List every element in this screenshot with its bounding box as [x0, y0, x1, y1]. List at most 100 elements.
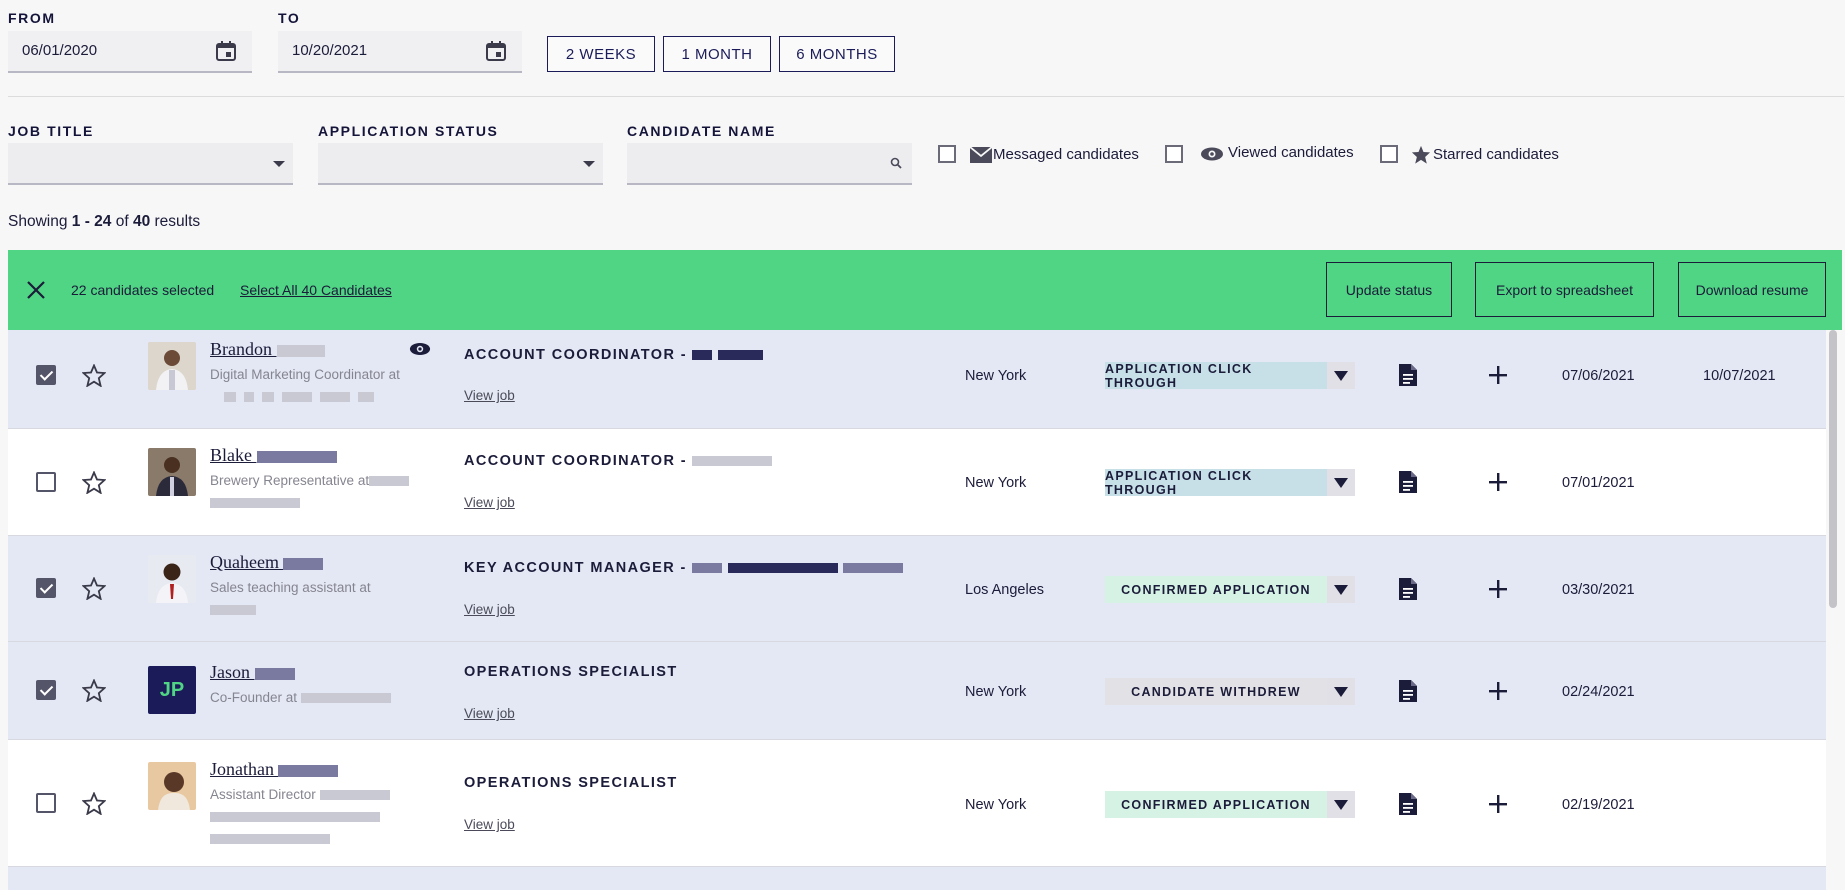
table-row[interactable]: Blake Brewery Representative at ACCOUNT …: [8, 429, 1826, 536]
avatar: [148, 762, 196, 810]
plus-icon[interactable]: [1489, 366, 1507, 384]
update-status-button[interactable]: Update status: [1326, 262, 1452, 317]
table-row[interactable]: Jonathan Assistant Director OPERATIONS S…: [8, 740, 1826, 867]
download-resume-button[interactable]: Download resume: [1678, 262, 1826, 317]
candidate-name-input[interactable]: [627, 143, 912, 185]
status-dropdown[interactable]: APPLICATION CLICK THROUGH: [1105, 362, 1355, 390]
status-label: CANDIDATE WITHDREW: [1105, 678, 1327, 705]
document-icon[interactable]: [1399, 364, 1417, 386]
plus-icon[interactable]: [1489, 473, 1507, 491]
job-title: ACCOUNT COORDINATOR -: [464, 347, 763, 363]
table-row[interactable]: Brandon Digital Marketing Coordinator at…: [8, 330, 1826, 429]
status-dropdown[interactable]: APPLICATION CLICK THROUGH: [1105, 469, 1355, 497]
row-checkbox[interactable]: [36, 578, 56, 598]
chevron-down-icon: [1327, 576, 1355, 603]
chevron-down-icon: [1327, 362, 1355, 389]
star-filled-icon: [1411, 145, 1431, 164]
results-total: 40: [132, 213, 151, 230]
starred-checkbox[interactable]: [1380, 145, 1398, 163]
chevron-down-icon: [1327, 678, 1355, 705]
status-label: CONFIRMED APPLICATION: [1105, 576, 1327, 603]
applied-date: 03/30/2021: [1562, 582, 1635, 598]
candidate-headline: Sales teaching assistant at: [210, 577, 440, 621]
star-outline-icon[interactable]: [82, 577, 106, 600]
star-outline-icon[interactable]: [82, 792, 106, 815]
status-dropdown[interactable]: CONFIRMED APPLICATION: [1105, 576, 1355, 603]
to-date-value: 10/20/2021: [292, 42, 368, 59]
avatar: [148, 342, 196, 390]
plus-icon[interactable]: [1489, 580, 1507, 598]
status-dropdown[interactable]: CANDIDATE WITHDREW: [1105, 678, 1355, 705]
range-2-weeks-button[interactable]: 2 WEEKS: [547, 36, 655, 72]
status-label: APPLICATION CLICK THROUGH: [1105, 362, 1327, 390]
status-dropdown[interactable]: CONFIRMED APPLICATION: [1105, 791, 1355, 818]
candidate-headline: Co-Founder at: [210, 687, 440, 709]
calendar-icon[interactable]: [214, 39, 238, 63]
range-1-month-button[interactable]: 1 MONTH: [663, 36, 771, 72]
to-label: TO: [278, 10, 301, 26]
avatar: [148, 448, 196, 496]
job-title: OPERATIONS SPECIALIST: [464, 775, 678, 791]
plus-icon[interactable]: [1489, 682, 1507, 700]
candidate-headline: Digital Marketing Coordinator at: [210, 364, 440, 408]
export-spreadsheet-button[interactable]: Export to spreadsheet: [1475, 262, 1654, 317]
select-all-link[interactable]: Select All 40 Candidates: [240, 282, 392, 298]
table-row[interactable]: JP Jason Co-Founder at OPERATIONS SPECIA…: [8, 642, 1826, 740]
view-job-link[interactable]: View job: [464, 817, 515, 832]
document-icon[interactable]: [1399, 578, 1417, 600]
candidate-name-label: CANDIDATE NAME: [627, 123, 776, 139]
envelope-icon: [970, 147, 992, 163]
range-6-months-button[interactable]: 6 MONTHS: [779, 36, 895, 72]
chevron-down-icon: [1327, 791, 1355, 818]
candidate-name[interactable]: Blake: [210, 445, 337, 466]
view-job-link[interactable]: View job: [464, 706, 515, 721]
messaged-label: Messaged candidates: [993, 146, 1139, 163]
document-icon[interactable]: [1399, 680, 1417, 702]
candidate-name[interactable]: Jason: [210, 662, 295, 683]
view-job-link[interactable]: View job: [464, 495, 515, 510]
scrollbar-thumb[interactable]: [1829, 330, 1837, 608]
table-row[interactable]: Quaheem Sales teaching assistant at KEY …: [8, 536, 1826, 642]
job-title: OPERATIONS SPECIALIST: [464, 664, 678, 680]
avatar-initials-text: JP: [159, 678, 185, 701]
document-icon[interactable]: [1399, 793, 1417, 815]
row-checkbox[interactable]: [36, 365, 56, 385]
location: New York: [965, 475, 1027, 491]
job-title-select[interactable]: [8, 143, 293, 185]
candidate-name[interactable]: Quaheem: [210, 552, 324, 573]
calendar-icon[interactable]: [484, 39, 508, 63]
avatar-initials: JP: [148, 666, 196, 714]
document-icon[interactable]: [1399, 471, 1417, 493]
viewed-date: 10/07/2021: [1703, 368, 1776, 384]
candidate-headline: Brewery Representative at: [210, 470, 440, 514]
applied-date: 02/24/2021: [1562, 684, 1635, 700]
to-date-field[interactable]: 10/20/2021: [278, 31, 522, 73]
starred-label: Starred candidates: [1433, 146, 1559, 163]
from-date-field[interactable]: 06/01/2020: [8, 31, 252, 73]
row-checkbox[interactable]: [36, 793, 56, 813]
results-suffix: results: [150, 213, 201, 230]
star-outline-icon[interactable]: [82, 471, 106, 494]
star-outline-icon[interactable]: [82, 364, 106, 387]
row-checkbox[interactable]: [36, 472, 56, 492]
selection-banner: 22 candidates selected Select All 40 Can…: [8, 250, 1842, 330]
results-range: 1 - 24: [71, 213, 112, 230]
job-title: KEY ACCOUNT MANAGER -: [464, 560, 904, 576]
search-icon: [890, 157, 902, 169]
candidate-name[interactable]: Brandon: [210, 339, 325, 360]
location: New York: [965, 684, 1027, 700]
table-row[interactable]: [8, 867, 1826, 890]
plus-icon[interactable]: [1489, 795, 1507, 813]
viewed-checkbox[interactable]: [1165, 145, 1183, 163]
location: New York: [965, 368, 1027, 384]
close-icon[interactable]: [26, 280, 46, 300]
view-job-link[interactable]: View job: [464, 602, 515, 617]
star-outline-icon[interactable]: [82, 679, 106, 702]
row-checkbox[interactable]: [36, 680, 56, 700]
view-job-link[interactable]: View job: [464, 388, 515, 403]
viewed-label: Viewed candidates: [1228, 144, 1354, 161]
messaged-checkbox[interactable]: [938, 145, 956, 163]
candidate-name[interactable]: Jonathan: [210, 759, 339, 780]
application-status-select[interactable]: [318, 143, 603, 185]
chevron-down-icon: [273, 161, 285, 167]
